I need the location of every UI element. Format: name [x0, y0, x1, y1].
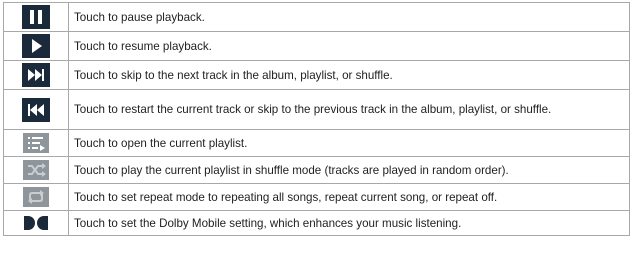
dolby-icon — [24, 215, 48, 230]
play-icon — [22, 34, 50, 58]
table-row: Touch to set repeat mode to repeating al… — [3, 183, 630, 211]
playlist-icon — [23, 133, 49, 153]
table-row: Touch to play the current playlist in sh… — [3, 156, 630, 184]
row-description: Touch to restart the current track or sk… — [68, 89, 630, 130]
icon-cell — [3, 2, 69, 32]
icon-cell — [3, 129, 69, 157]
row-description: Touch to open the current playlist. — [68, 129, 630, 157]
icon-cell — [3, 210, 69, 236]
icon-cell — [3, 183, 69, 211]
shuffle-icon — [23, 160, 49, 180]
row-description: Touch to skip to the next track in the a… — [68, 60, 630, 90]
table-row: Touch to restart the current track or sk… — [3, 89, 630, 130]
icon-cell — [3, 89, 69, 130]
icon-cell — [3, 31, 69, 61]
music-controls-table: Touch to pause playback. Touch to resume… — [3, 2, 630, 236]
table-row: Touch to skip to the next track in the a… — [3, 60, 630, 90]
pause-icon — [22, 5, 50, 29]
icon-cell — [3, 60, 69, 90]
row-description: Touch to pause playback. — [68, 2, 630, 32]
row-description: Touch to set repeat mode to repeating al… — [68, 183, 630, 211]
row-description: Touch to set the Dolby Mobile setting, w… — [68, 210, 630, 236]
fast-forward-icon — [22, 63, 50, 87]
table-row: Touch to pause playback. — [3, 2, 630, 32]
table-row: Touch to resume playback. — [3, 31, 630, 61]
table-row: Touch to open the current playlist. — [3, 129, 630, 157]
repeat-icon — [23, 187, 49, 207]
icon-cell — [3, 156, 69, 184]
row-description: Touch to resume playback. — [68, 31, 630, 61]
table-row: Touch to set the Dolby Mobile setting, w… — [3, 210, 630, 236]
row-description: Touch to play the current playlist in sh… — [68, 156, 630, 184]
rewind-icon — [22, 97, 50, 122]
